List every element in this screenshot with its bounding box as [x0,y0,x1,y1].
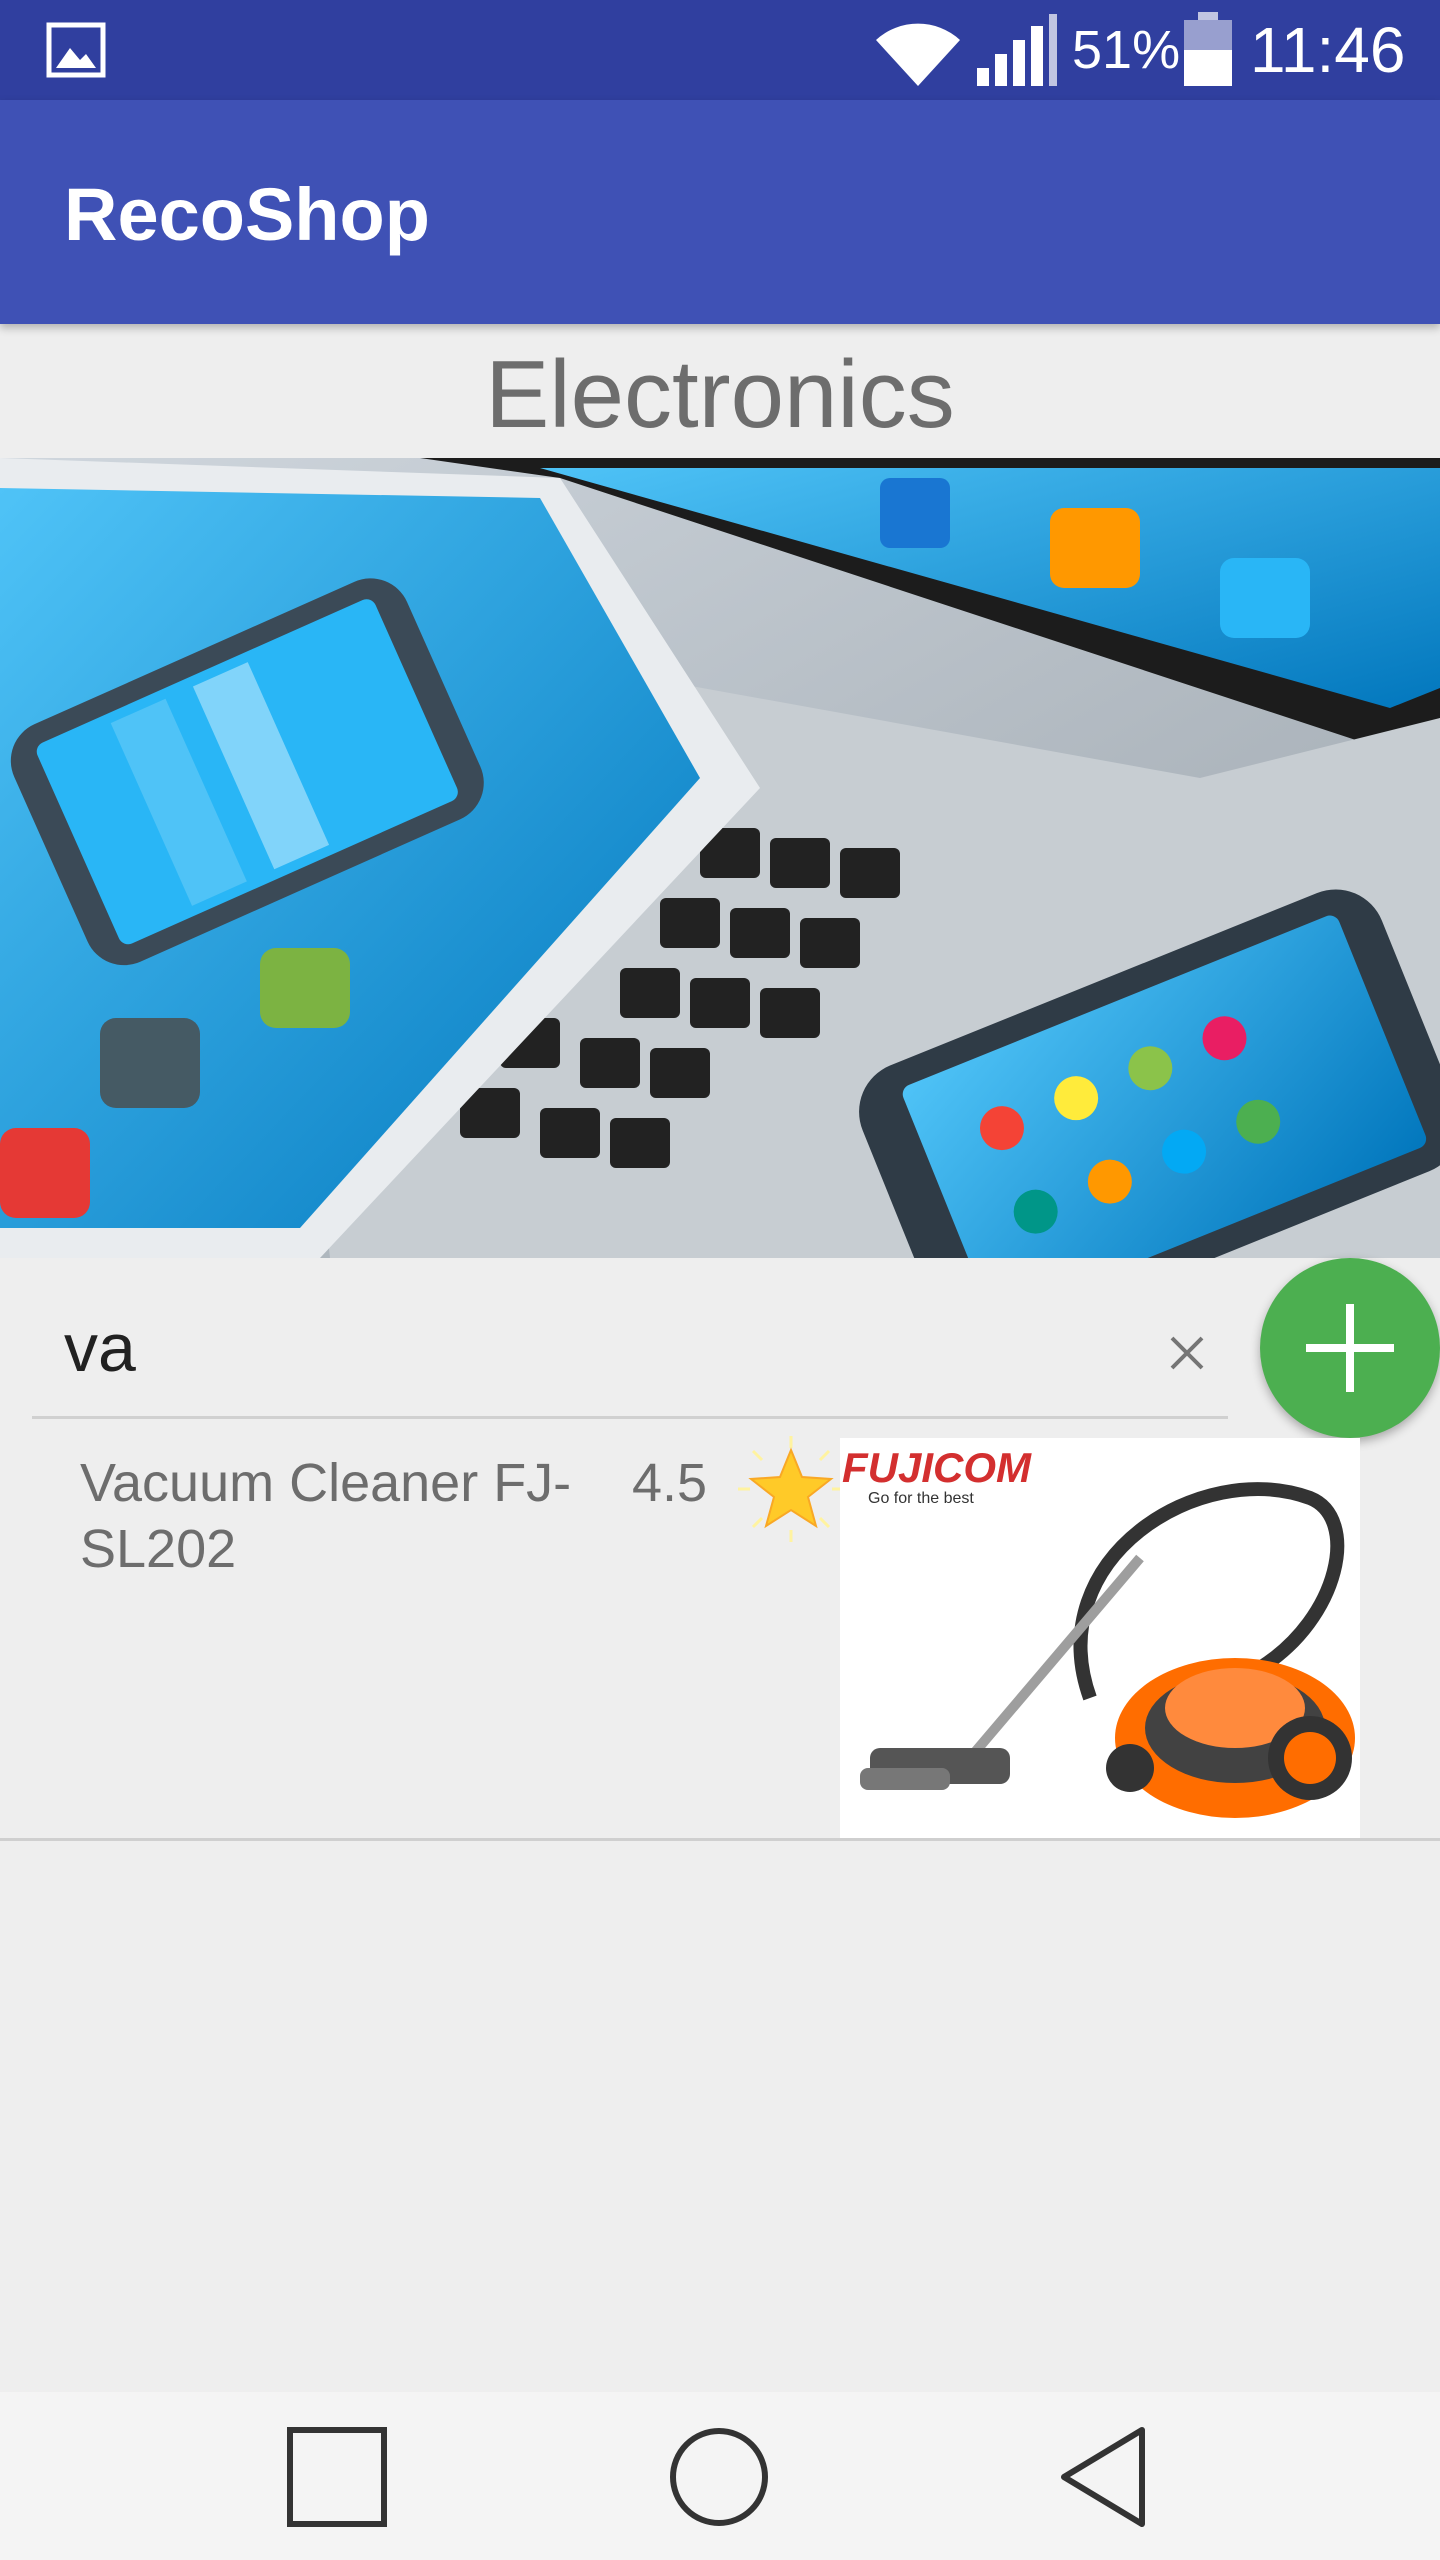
close-icon [1170,1336,1204,1370]
product-rating: 4.5 [632,1453,708,1513]
navigation-bar [0,2392,1440,2560]
signal-icon [977,14,1057,86]
category-title: Electronics [485,341,955,448]
product-name: Vacuum Cleaner FJ-SL202 [80,1453,572,1579]
star-icon [738,1436,844,1542]
search-result-item[interactable]: Vacuum Cleaner FJ-SL202 4.5 FUJICOM Go f… [0,1430,1440,1838]
battery-icon [1184,12,1232,86]
app-bar: RecoShop [0,100,1440,324]
back-icon[interactable] [1050,2422,1160,2532]
battery-percent: 51% [1072,20,1181,80]
status-bar: 51% 11:46 [0,0,1440,100]
search-field-container [32,1288,1228,1420]
category-banner-image [0,458,1440,1258]
list-divider [0,1838,1440,1841]
add-fab-button[interactable] [1260,1258,1440,1438]
search-input[interactable] [32,1288,1132,1408]
home-icon[interactable] [664,2422,774,2532]
clear-search-button[interactable] [1152,1318,1222,1388]
vacuum-cleaner-illustration [860,1482,1355,1818]
gallery-icon [46,22,106,78]
plus-icon [1306,1304,1394,1392]
wifi-icon [876,23,960,86]
electronics-devices-illustration [0,458,1440,1258]
recents-icon[interactable] [282,2422,392,2532]
search-underline [32,1416,1228,1419]
app-title: RecoShop [64,173,430,256]
clock: 11:46 [1250,14,1406,86]
product-image: FUJICOM Go for the best [840,1438,1360,1838]
